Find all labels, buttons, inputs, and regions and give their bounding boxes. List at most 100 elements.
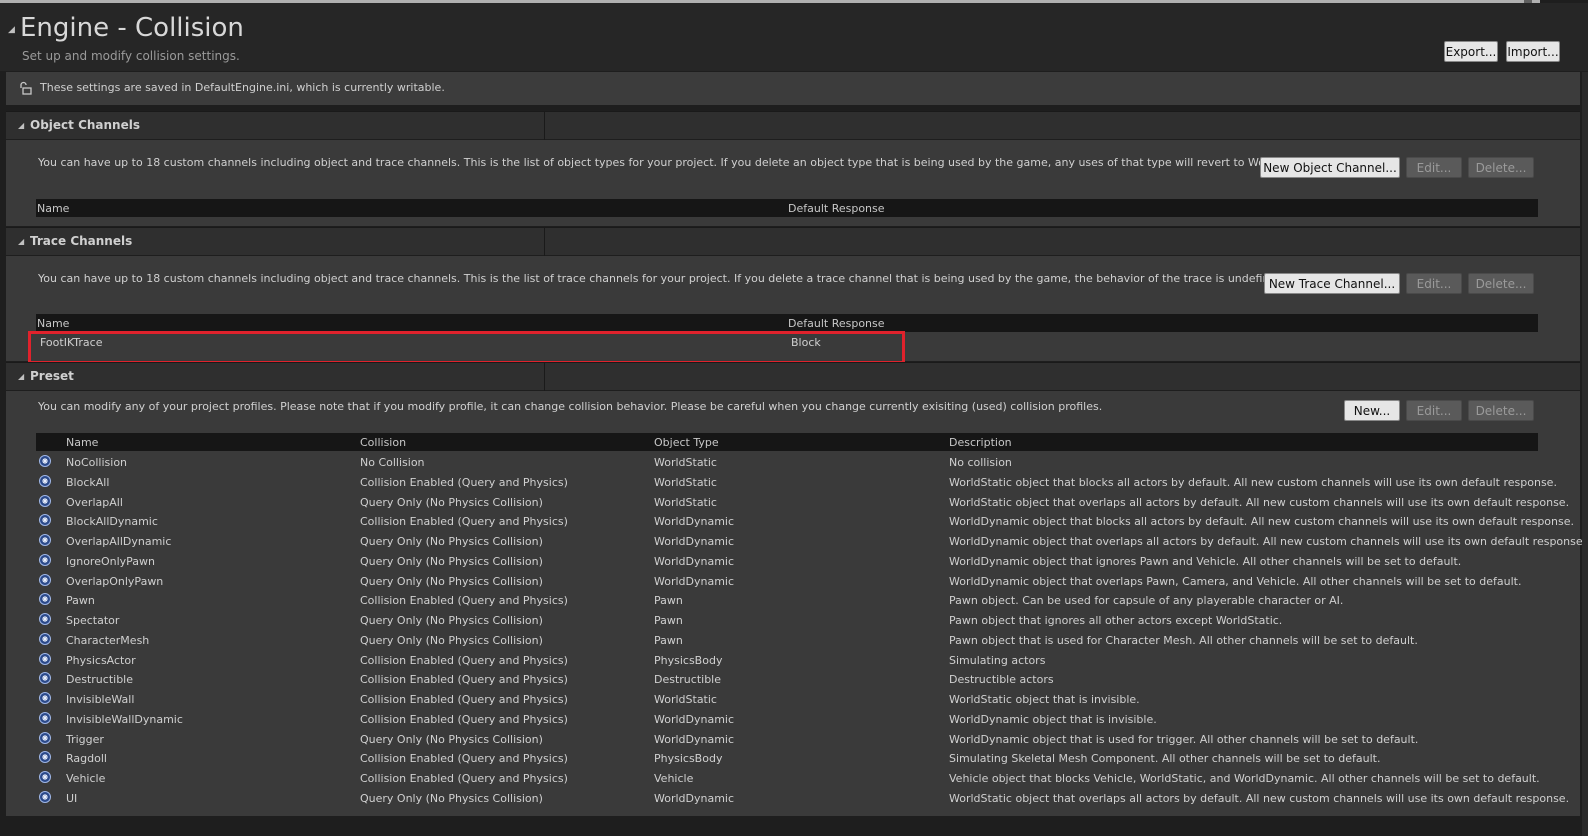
object-channels-header[interactable]: ◢ Object Channels xyxy=(6,111,1580,140)
col-name[interactable]: Name xyxy=(66,436,98,449)
collision-profile-icon xyxy=(38,731,52,745)
preset-name: Trigger xyxy=(66,732,104,746)
preset-name: Destructible xyxy=(66,673,133,687)
collision-profile-icon xyxy=(38,750,52,764)
preset-name: Pawn xyxy=(66,594,95,608)
col-description[interactable]: Description xyxy=(949,436,1012,449)
trace-channels-header[interactable]: ◢ Trace Channels xyxy=(6,227,1580,256)
preset-object-type: WorldDynamic xyxy=(654,574,735,588)
preset-collision: Collision Enabled (Query and Physics) xyxy=(360,712,568,726)
preset-description: WorldDynamic object that overlaps Pawn, … xyxy=(949,574,1522,588)
preset-collision: Collision Enabled (Query and Physics) xyxy=(360,594,568,608)
preset-row[interactable]: OverlapOnlyPawn Query Only (No Physics Co… xyxy=(36,571,1556,591)
preset-object-type: PhysicsBody xyxy=(654,752,723,766)
preset-row[interactable]: UI Query Only (No Physics Collision) World… xyxy=(36,788,1569,808)
notice-text: These settings are saved in DefaultEngin… xyxy=(40,81,445,94)
column-divider xyxy=(544,363,545,391)
section-title: Trace Channels xyxy=(30,234,133,248)
delete-object-channel-button[interactable]: Delete... xyxy=(1468,157,1534,178)
preset-row[interactable]: IgnoreOnlyPawn Query Only (No Physics Col… xyxy=(36,551,1556,571)
preset-description: WorldStatic object that overlaps all act… xyxy=(949,791,1570,805)
preset-object-type: WorldStatic xyxy=(654,693,717,706)
new-object-channel-button[interactable]: New Object Channel... xyxy=(1260,157,1400,178)
section-description: You can modify any of your project profi… xyxy=(38,400,1103,413)
preset-row[interactable]: InvisibleWall Collision Enabled (Query an… xyxy=(36,689,1556,709)
edit-preset-button[interactable]: Edit... xyxy=(1406,400,1462,421)
preset-object-type: Pawn xyxy=(654,614,683,627)
object-channels-body: You can have up to 18 custom channels in… xyxy=(6,140,1580,226)
preset-collision: Query Only (No Physics Collision) xyxy=(360,554,543,568)
preset-description: No collision xyxy=(949,456,1012,469)
export-button[interactable]: Export... xyxy=(1444,41,1498,62)
trace-channels-table-header: Name Default Response xyxy=(36,314,1538,332)
preset-header[interactable]: ◢ Preset xyxy=(6,362,1580,391)
preset-description: Vehicle object that blocks Vehicle, Worl… xyxy=(949,772,1540,785)
preset-row[interactable]: OverlapAllDynamic Query Only (No Physics … xyxy=(36,531,1586,551)
preset-row[interactable]: Pawn Collision Enabled (Query and Physics… xyxy=(36,590,1556,610)
preset-row[interactable]: Spectator Query Only (No Physics Collisio… xyxy=(36,610,1556,630)
preset-description: WorldStatic object that blocks all actor… xyxy=(949,475,1557,489)
collision-profile-icon xyxy=(38,553,52,567)
vertical-scrollbar[interactable] xyxy=(1582,72,1588,836)
preset-collision: No Collision xyxy=(360,456,425,469)
preset-row[interactable]: NoCollision No Collision WorldStatic No col… xyxy=(36,452,1556,472)
col-name[interactable]: Name xyxy=(37,317,69,330)
col-collision[interactable]: Collision xyxy=(360,436,406,449)
preset-description: Simulating actors xyxy=(949,653,1046,667)
preset-object-type: Destructible xyxy=(654,673,721,687)
preset-description: WorldDynamic object that blocks all acto… xyxy=(949,515,1574,529)
preset-row[interactable]: OverlapAll Query Only (No Physics Collisi… xyxy=(36,492,1569,512)
preset-row[interactable]: BlockAllDynamic Collision Enabled (Query … xyxy=(36,511,1574,531)
preset-row[interactable]: BlockAll Collision Enabled (Query and Phy… xyxy=(36,472,1557,492)
section-title: Object Channels xyxy=(30,118,140,132)
collision-profile-icon xyxy=(38,671,52,685)
new-trace-channel-button[interactable]: New Trace Channel... xyxy=(1264,273,1400,294)
preset-collision: Collision Enabled (Query and Physics) xyxy=(360,752,568,766)
edit-object-channel-button[interactable]: Edit... xyxy=(1406,157,1462,178)
object-channels-table-header: Name Default Response xyxy=(36,199,1538,217)
preset-name: Vehicle xyxy=(66,772,106,785)
preset-name: UI xyxy=(66,791,78,805)
preset-collision: Collision Enabled (Query and Physics) xyxy=(360,515,568,529)
preset-collision: Query Only (No Physics Collision) xyxy=(360,574,543,588)
preset-collision: Query Only (No Physics Collision) xyxy=(360,614,543,627)
preset-row[interactable]: CharacterMesh Query Only (No Physics Coll… xyxy=(36,630,1556,650)
page-subtitle: Set up and modify collision settings. xyxy=(22,49,240,63)
import-button[interactable]: Import... xyxy=(1506,41,1560,62)
preset-collision: Collision Enabled (Query and Physics) xyxy=(360,653,568,667)
preset-row[interactable]: Trigger Query Only (No Physics Collision)… xyxy=(36,729,1556,749)
collapse-arrow-icon[interactable]: ◢ xyxy=(18,121,24,130)
col-default-response[interactable]: Default Response xyxy=(788,317,885,330)
preset-description: WorldDynamic object that ignores Pawn an… xyxy=(949,554,1462,568)
page-title: Engine - Collision xyxy=(20,13,244,43)
collision-profile-icon xyxy=(38,612,52,626)
preset-row[interactable]: Vehicle Collision Enabled (Query and Phys… xyxy=(36,768,1556,788)
preset-collision: Collision Enabled (Query and Physics) xyxy=(360,673,568,687)
preset-row[interactable]: PhysicsActor Collision Enabled (Query and… xyxy=(36,650,1556,670)
delete-preset-button[interactable]: Delete... xyxy=(1468,400,1534,421)
col-name[interactable]: Name xyxy=(37,202,69,215)
preset-row[interactable]: InvisibleWallDynamic Collision Enabled (Q… xyxy=(36,709,1556,729)
preset-object-type: Vehicle xyxy=(654,772,694,785)
preset-description: Pawn object that ignores all other actor… xyxy=(949,614,1283,627)
collapse-arrow-icon[interactable]: ◢ xyxy=(8,25,15,35)
preset-collision: Query Only (No Physics Collision) xyxy=(360,535,543,548)
collision-profile-icon xyxy=(38,494,52,508)
collision-profile-icon xyxy=(38,533,52,547)
preset-name: BlockAll xyxy=(66,475,110,489)
preset-description: Destructible actors xyxy=(949,673,1054,687)
col-object-type[interactable]: Object Type xyxy=(654,436,719,449)
preset-name: OverlapAll xyxy=(66,495,123,509)
collision-profile-icon xyxy=(38,474,52,488)
collapse-arrow-icon[interactable]: ◢ xyxy=(18,237,24,246)
preset-description: WorldStatic object that overlaps all act… xyxy=(949,495,1570,509)
section-description: You can have up to 18 custom channels in… xyxy=(38,156,1315,169)
preset-name: Ragdoll xyxy=(66,752,107,766)
preset-row[interactable]: Destructible Collision Enabled (Query and… xyxy=(36,669,1556,689)
delete-trace-channel-button[interactable]: Delete... xyxy=(1468,273,1534,294)
new-preset-button[interactable]: New... xyxy=(1344,400,1400,421)
preset-row[interactable]: Ragdoll Collision Enabled (Query and Phys… xyxy=(36,748,1556,768)
col-default-response[interactable]: Default Response xyxy=(788,202,885,215)
collapse-arrow-icon[interactable]: ◢ xyxy=(18,372,24,381)
edit-trace-channel-button[interactable]: Edit... xyxy=(1406,273,1462,294)
